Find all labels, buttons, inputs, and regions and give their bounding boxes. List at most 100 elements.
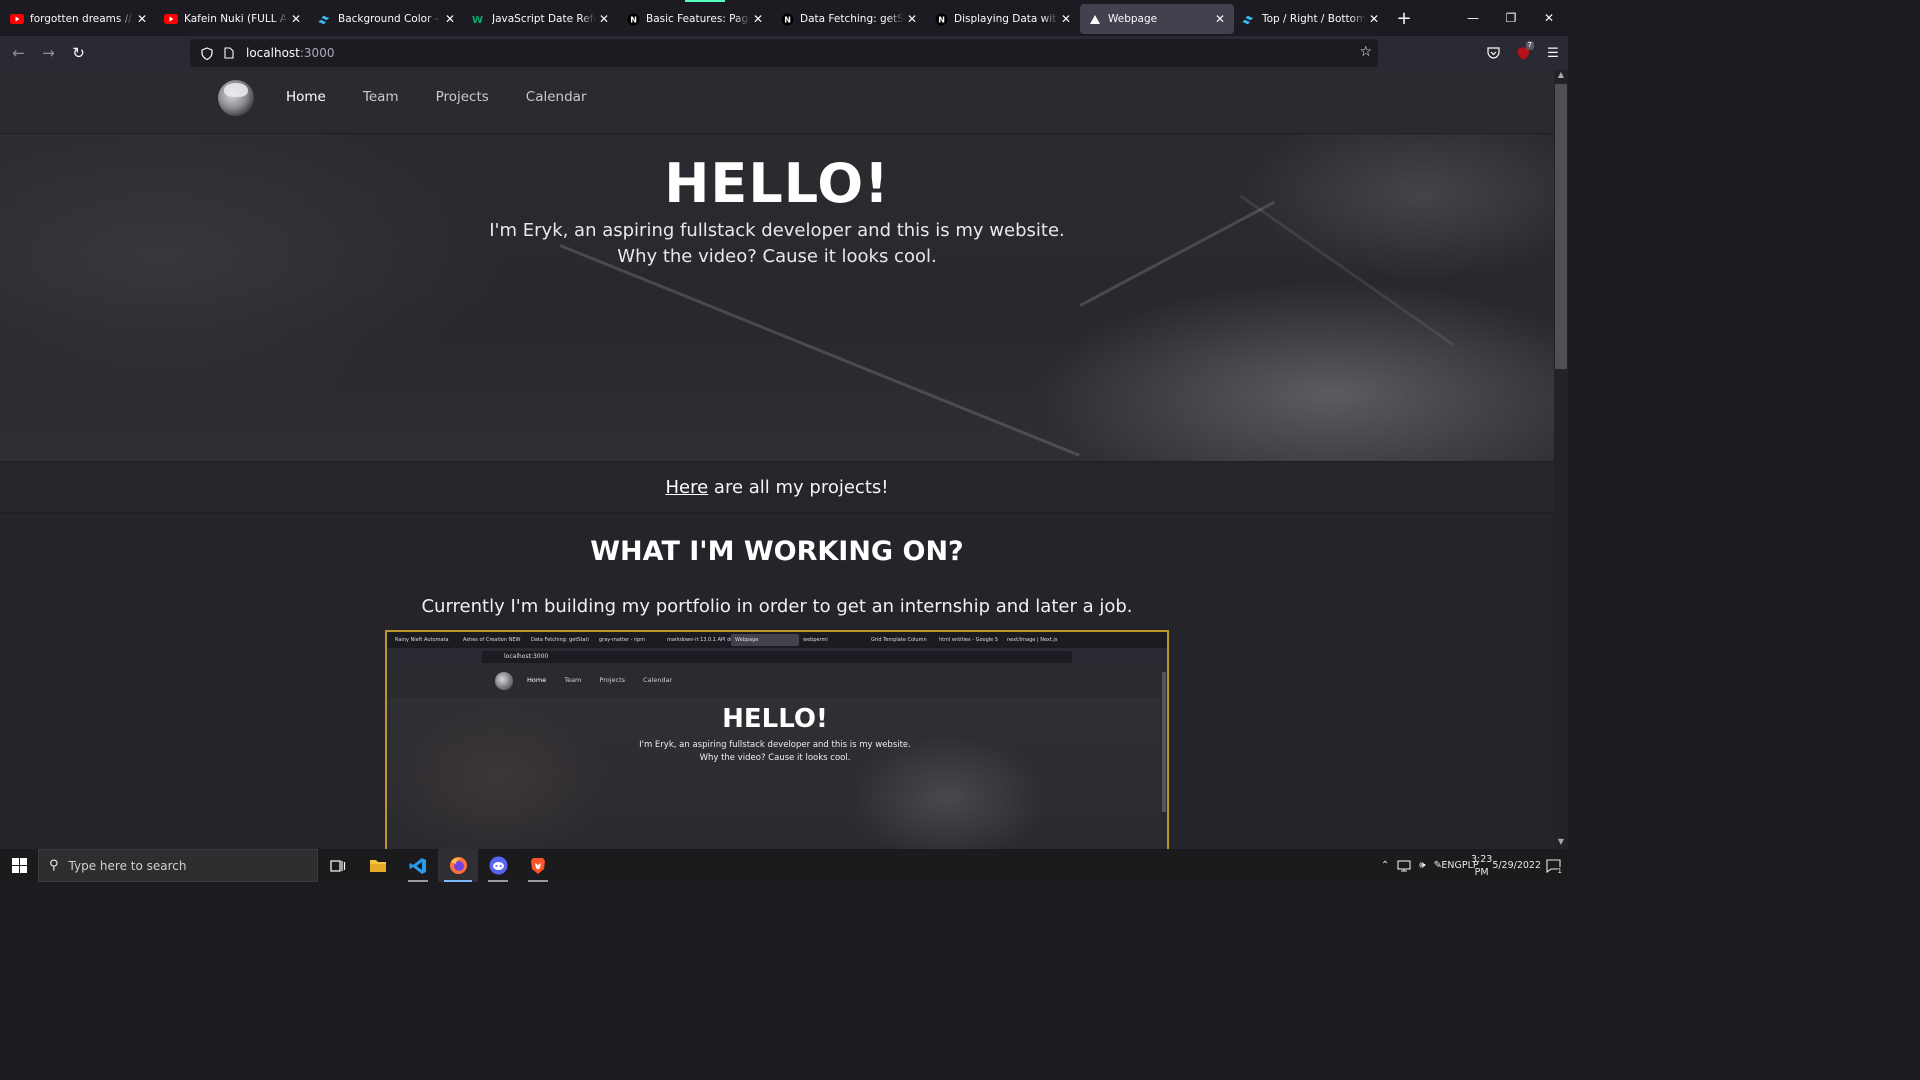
screenshot-tab-strip: Rainy Nieft Automata Ashes of Creation NE…	[387, 632, 1167, 648]
browser-tab-title: forgotten dreams // dark	[30, 13, 134, 25]
close-tab-icon[interactable]: ✕	[752, 12, 764, 26]
browser-toolbar: ← → ↻ localhost:3000 ☆ 7 ☰	[0, 36, 1568, 70]
screenshot-hero-title: HELLO!	[722, 704, 828, 734]
window-controls: — ❐ ✕	[1454, 0, 1568, 36]
back-button[interactable]: ←	[4, 39, 33, 67]
clock[interactable]: 3:23 PM 5/29/2022	[1471, 849, 1541, 882]
tab-list: forgotten dreams // dark✕Kafein Nuki (FU…	[2, 2, 1388, 34]
working-on-title: WHAT I'M WORKING ON?	[590, 536, 964, 567]
browser-tab-title: JavaScript Date Reference	[492, 13, 596, 25]
close-tab-icon[interactable]: ✕	[136, 12, 148, 26]
chevron-up-icon[interactable]: ⌃	[1377, 849, 1393, 882]
pocket-icon[interactable]	[1478, 38, 1508, 68]
screenshot-page: Home Team Projects Calendar HELLO! I'm Eryk…	[387, 666, 1163, 849]
menu-icon[interactable]: ☰	[1538, 38, 1568, 68]
screenshot-tab: markdown-it 13.0.1 API do	[667, 637, 731, 643]
screenshot-nav-link: Home	[527, 676, 547, 684]
browser-tab[interactable]: N Displaying Data with Prop✕	[926, 4, 1080, 34]
screenshot-toolbar: localhost:3000	[387, 648, 1167, 666]
restore-button[interactable]: ❐	[1492, 0, 1530, 36]
avatar[interactable]	[218, 80, 254, 116]
browser-tab-title: Webpage	[1108, 13, 1158, 25]
screenshot-tab: next/image | Next.js	[1007, 637, 1058, 643]
browser-tab[interactable]: N Basic Features: Pages | N✕	[618, 4, 772, 34]
network-icon[interactable]	[1393, 849, 1415, 882]
browser-tab[interactable]: forgotten dreams // dark✕	[2, 4, 156, 34]
taskbar-search-input[interactable]: ⚲ Type here to search	[38, 849, 318, 882]
address-bar[interactable]: localhost:3000 ☆	[190, 39, 1378, 67]
nav-link-home[interactable]: Home	[286, 89, 326, 105]
browser-tab-title: Kafein Nuki (FULL ALBUM	[184, 13, 288, 25]
loading-indicator	[685, 0, 725, 2]
browser-tab-title: Background Color - Tailw	[338, 13, 442, 25]
language-code: ENG	[1441, 860, 1462, 871]
nav-link-calendar[interactable]: Calendar	[526, 89, 587, 105]
screenshot-tab: html entities - Google S	[939, 637, 998, 643]
scrollbar-thumb[interactable]	[1555, 84, 1567, 369]
working-on-text: Currently I'm building my portfolio in o…	[421, 596, 1133, 617]
screenshot-url: localhost:3000	[482, 651, 1072, 663]
taskbar-search-placeholder: Type here to search	[68, 858, 187, 873]
minimize-button[interactable]: —	[1454, 0, 1492, 36]
screenshot-nav-link: Calendar	[643, 676, 673, 684]
browser-tab[interactable]: Webpage ✕	[1080, 4, 1234, 34]
windows-start-icon[interactable]	[0, 849, 38, 882]
nav-link-team[interactable]: Team	[363, 89, 399, 105]
ublock-extension-icon[interactable]: 7	[1508, 38, 1538, 68]
volume-icon[interactable]: 🕪	[1415, 849, 1429, 882]
svg-text:N: N	[630, 15, 637, 24]
screenshot-nav: Home Team Projects Calendar	[527, 676, 690, 684]
file-explorer-icon[interactable]	[358, 849, 398, 882]
browser-tab[interactable]: Background Color - Tailw✕	[310, 4, 464, 34]
reload-button[interactable]: ↻	[64, 39, 93, 67]
close-tab-icon[interactable]: ✕	[1060, 12, 1072, 26]
page-icon[interactable]	[218, 47, 240, 59]
nextjs-icon: N	[780, 12, 794, 26]
browser-tab-strip: forgotten dreams // dark✕Kafein Nuki (FU…	[0, 0, 1568, 36]
nav-link-projects[interactable]: Projects	[436, 89, 489, 105]
nextjs-icon: N	[626, 12, 640, 26]
language-indicator[interactable]: ENG PLP	[1441, 849, 1478, 882]
scroll-down-arrow-icon[interactable]: ▼	[1554, 837, 1568, 849]
screenshot-tab: webpermi	[803, 637, 828, 643]
scroll-up-arrow-icon[interactable]: ▲	[1554, 70, 1568, 82]
browser-tab[interactable]: Kafein Nuki (FULL ALBUM✕	[156, 4, 310, 34]
notification-count: 1	[1557, 867, 1562, 875]
hero-video-streak	[1239, 194, 1454, 346]
brave-icon[interactable]	[518, 849, 558, 882]
screenshot-scrollbar	[1161, 666, 1167, 849]
close-tab-icon[interactable]: ✕	[1368, 12, 1380, 26]
tailwind-icon	[1242, 12, 1256, 26]
vscode-icon[interactable]	[398, 849, 438, 882]
system-tray: ⌃ 🕪 ✎ ENG PLP 3:23 PM 5/29/2022 1	[1377, 849, 1568, 882]
browser-tab[interactable]: W JavaScript Date Reference✕	[464, 4, 618, 34]
page-viewport: Home Team Projects Calendar HELLO! I'm Eryk…	[0, 70, 1554, 849]
screenshot-avatar	[495, 672, 513, 690]
new-tab-button[interactable]: +	[1388, 3, 1420, 33]
close-tab-icon[interactable]: ✕	[444, 12, 456, 26]
task-view-icon[interactable]	[318, 849, 358, 882]
search-icon: ⚲	[49, 858, 59, 873]
firefox-icon[interactable]	[438, 849, 478, 882]
page-scrollbar[interactable]: ▲ ▼	[1554, 70, 1568, 849]
shield-icon[interactable]	[196, 46, 218, 60]
close-tab-icon[interactable]: ✕	[906, 12, 918, 26]
close-tab-icon[interactable]: ✕	[1214, 12, 1226, 26]
browser-tab[interactable]: N Data Fetching: getStaticP✕	[772, 4, 926, 34]
forward-button[interactable]: →	[34, 39, 63, 67]
url-text[interactable]: localhost:3000	[246, 46, 334, 60]
screenshot-hero-line1: I'm Eryk, an aspiring fullstack develope…	[639, 740, 911, 750]
close-tab-icon[interactable]: ✕	[290, 12, 302, 26]
extension-badge: 7	[1525, 41, 1534, 50]
discord-icon[interactable]	[478, 849, 518, 882]
close-tab-icon[interactable]: ✕	[598, 12, 610, 26]
close-window-button[interactable]: ✕	[1530, 0, 1568, 36]
browser-tab[interactable]: Top / Right / Bottom / Le✕	[1234, 4, 1388, 34]
browser-tab-title: Displaying Data with Prop	[954, 13, 1058, 25]
bookmark-star-icon[interactable]: ☆	[1359, 44, 1372, 60]
windows-taskbar: ⚲ Type here to search ⌃ 🕪 ✎ ENG PLP 3:23…	[0, 849, 1568, 882]
tailwind-icon	[318, 12, 332, 26]
projects-link[interactable]: Here	[666, 477, 709, 498]
notification-center-icon[interactable]: 1	[1538, 849, 1568, 882]
svg-text:N: N	[938, 15, 945, 24]
